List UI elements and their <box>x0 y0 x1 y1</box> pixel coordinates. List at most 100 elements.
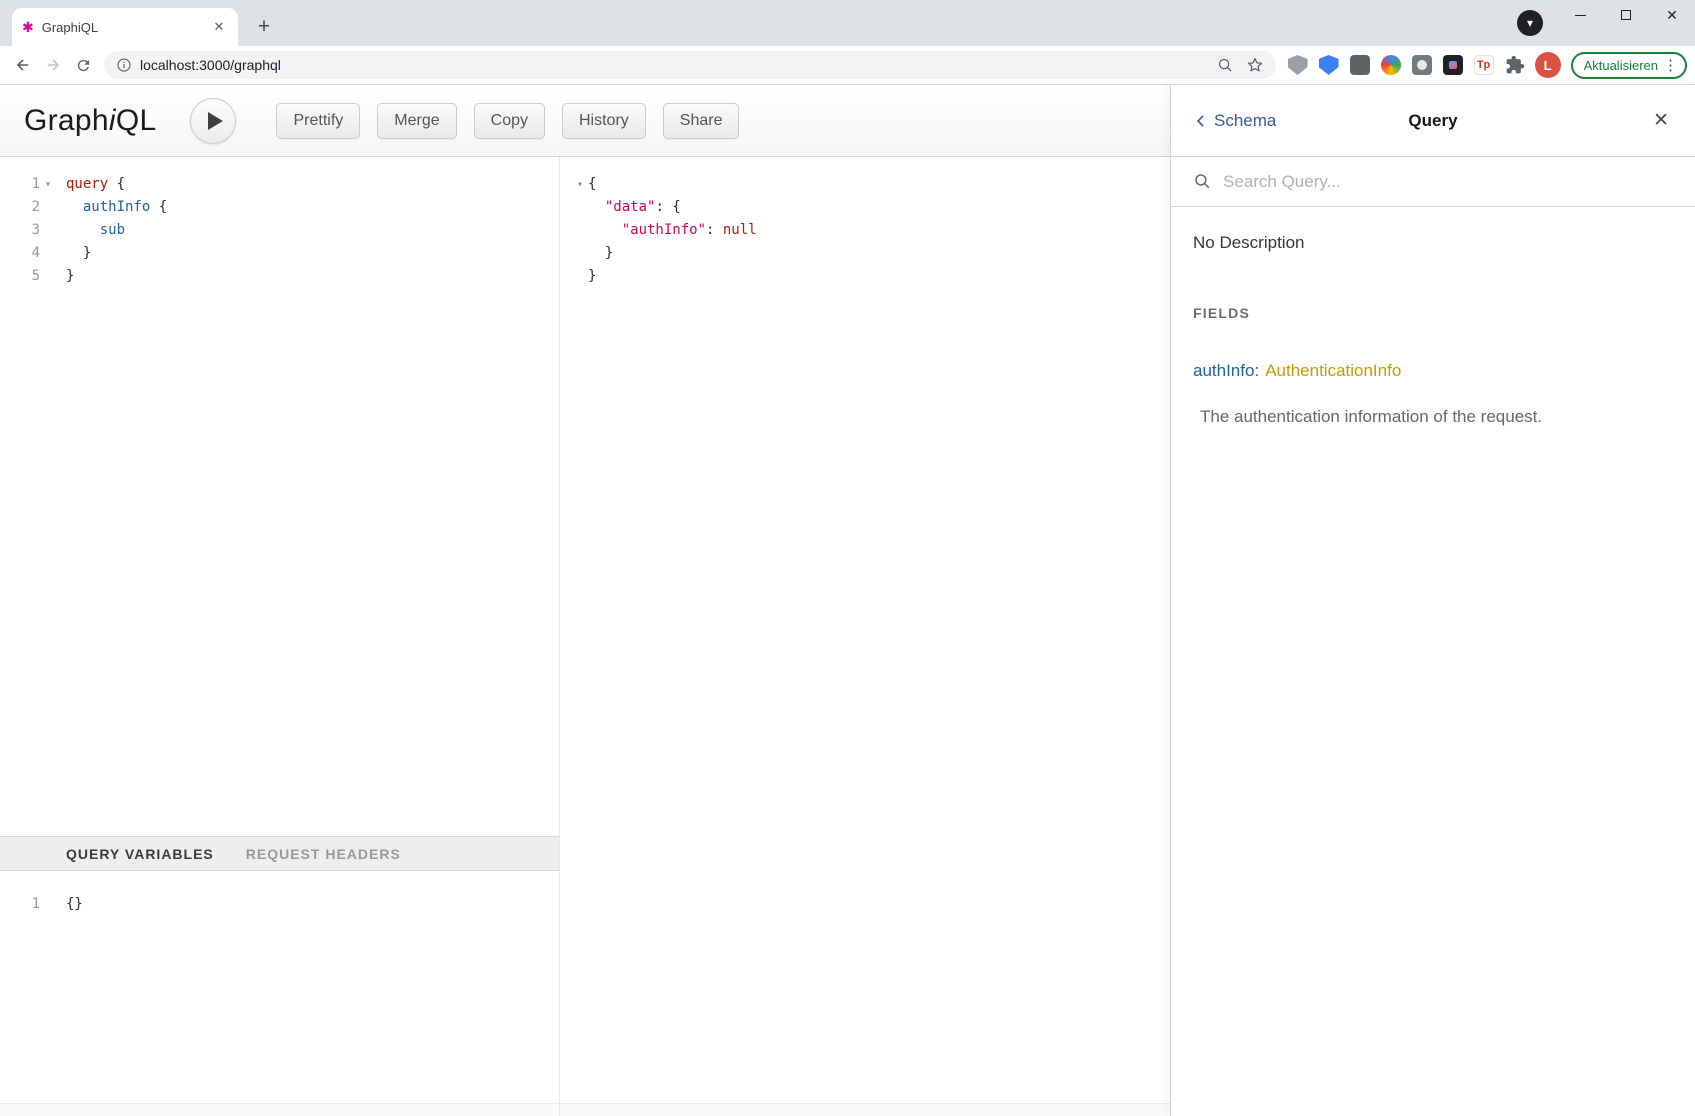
chrome-update-button[interactable]: Aktualisieren ⋮ <box>1571 52 1687 79</box>
result-pane: ▾{ "data": { "authInfo": null }} <box>560 157 1170 1116</box>
address-bar[interactable] <box>104 51 1276 79</box>
token-punc <box>588 222 622 238</box>
tp-extension-icon[interactable]: Tp <box>1474 55 1494 75</box>
field-name-link[interactable]: authInfo <box>1193 361 1254 380</box>
code-line: 4 } <box>0 242 559 265</box>
variables-tab-bar: QUERY VARIABLES REQUEST HEADERS <box>0 836 559 871</box>
chevron-left-icon <box>1193 113 1209 129</box>
execute-query-button[interactable] <box>190 98 236 144</box>
token-def: "data" <box>605 199 656 215</box>
back-arrow-icon <box>14 56 32 74</box>
variables-editor[interactable]: 1{} <box>0 871 559 1103</box>
editor-bottom-scrollbar[interactable] <box>0 1103 559 1116</box>
token-punc: : <box>706 222 723 238</box>
camera-extension-icon[interactable] <box>1412 55 1432 75</box>
token-punc: } <box>66 268 74 284</box>
colorful-circle-extension-icon[interactable] <box>1381 55 1401 75</box>
editor-area: 1▾query {2 authInfo {3 sub4 }5} QUERY VA… <box>0 157 1170 1116</box>
line-number: 2 <box>0 196 40 219</box>
graphiql-favicon-icon: ✱ <box>22 20 34 34</box>
field-type-link[interactable]: AuthenticationInfo <box>1265 361 1401 380</box>
tab-request-headers[interactable]: REQUEST HEADERS <box>246 846 401 862</box>
browser-tab[interactable]: ✱ GraphiQL ✕ <box>12 8 238 46</box>
gql-button-copy[interactable]: Copy <box>474 103 545 139</box>
code-text[interactable]: } <box>588 242 613 265</box>
update-label: Aktualisieren <box>1584 58 1658 73</box>
page-info-icon[interactable] <box>116 57 132 73</box>
profile-avatar[interactable]: L <box>1535 52 1561 78</box>
token-def: "authInfo" <box>622 222 706 238</box>
code-text[interactable]: } <box>56 265 74 288</box>
gql-button-prettify[interactable]: Prettify <box>276 103 360 139</box>
gql-button-history[interactable]: History <box>562 103 646 139</box>
token-punc: } <box>66 245 91 261</box>
omnibox-right-icons <box>1217 56 1264 74</box>
doc-search-input[interactable] <box>1223 172 1673 192</box>
code-text[interactable]: "authInfo": null <box>588 219 757 242</box>
token-punc: { <box>588 176 596 192</box>
blue-shield-extension-icon[interactable] <box>1319 55 1339 75</box>
fold-arrow-icon[interactable]: ▾ <box>40 173 56 196</box>
zoom-icon[interactable] <box>1217 57 1234 74</box>
code-text[interactable]: authInfo { <box>56 196 167 219</box>
window-close-button[interactable]: ✕ <box>1649 0 1695 30</box>
doc-explorer-panel: Schema Query ✕ No Description FIELDS aut… <box>1170 85 1695 1116</box>
code-line: "data": { <box>572 196 1170 219</box>
token-punc <box>66 222 100 238</box>
doc-search-bar <box>1171 157 1695 207</box>
reload-button[interactable] <box>68 50 98 80</box>
fields-section-header: FIELDS <box>1193 305 1673 321</box>
token-property: authInfo <box>83 199 150 215</box>
gray-shield-extension-icon[interactable] <box>1288 55 1308 75</box>
code-line: 1{} <box>0 893 559 916</box>
window-maximize-button[interactable] <box>1603 0 1649 30</box>
query-editor[interactable]: 1▾query { 2 authInfo {3 sub4 }5} <box>0 157 559 836</box>
code-text[interactable]: } <box>588 265 596 288</box>
token-punc: } <box>588 245 613 261</box>
back-button[interactable] <box>8 50 38 80</box>
line-number: 1 <box>0 173 40 196</box>
code-text[interactable]: query { <box>56 173 125 196</box>
tab-search-icon[interactable]: ▾ <box>1517 10 1543 36</box>
doc-content: No Description FIELDS authInfo:Authentic… <box>1171 207 1695 427</box>
field-separator: : <box>1254 361 1259 380</box>
window-minimize-button[interactable] <box>1557 0 1603 30</box>
graphiql-app: GraphiQL Prettify Merge Copy History Share 1… <box>0 85 1695 1116</box>
code-text[interactable]: "data": { <box>588 196 681 219</box>
url-input[interactable] <box>140 57 1209 73</box>
tab-close-icon[interactable]: ✕ <box>210 18 228 36</box>
code-line: 3 sub <box>0 219 559 242</box>
tab-title: GraphiQL <box>42 20 210 35</box>
code-text[interactable]: } <box>56 242 91 265</box>
fold-arrow-icon[interactable]: ▾ <box>572 173 588 196</box>
doc-close-icon[interactable]: ✕ <box>1649 105 1673 136</box>
code-text[interactable]: sub <box>56 219 125 242</box>
result-bottom-scrollbar[interactable] <box>560 1103 1170 1116</box>
code-line: 5} <box>0 265 559 288</box>
token-property: sub <box>100 222 125 238</box>
gql-button-merge[interactable]: Merge <box>377 103 456 139</box>
tab-query-variables[interactable]: QUERY VARIABLES <box>66 846 214 862</box>
fold-gutter <box>572 265 588 288</box>
query-editor-column: 1▾query { 2 authInfo {3 sub4 }5} QUERY VA… <box>0 157 560 1116</box>
code-line: ▾{ <box>572 173 1170 196</box>
forward-button[interactable] <box>38 50 68 80</box>
fold-gutter <box>40 219 56 242</box>
dark-tile-extension-icon[interactable] <box>1443 55 1463 75</box>
code-text[interactable]: {} <box>56 893 83 916</box>
code-text[interactable]: { <box>588 173 596 196</box>
search-icon <box>1193 172 1212 191</box>
result-viewer[interactable]: ▾{ "data": { "authInfo": null }} <box>560 157 1170 1103</box>
forward-arrow-icon <box>44 56 62 74</box>
browser-menu-icon[interactable]: ⋮ <box>1663 58 1678 73</box>
close-icon: ✕ <box>1666 8 1678 22</box>
graphiql-logo: GraphiQL <box>24 104 156 138</box>
bookmark-star-icon[interactable] <box>1246 56 1264 74</box>
extensions-puzzle-icon[interactable] <box>1505 55 1525 75</box>
doc-back-link[interactable]: Schema <box>1193 111 1276 131</box>
new-tab-button[interactable]: + <box>250 13 278 41</box>
token-punc: : { <box>655 199 680 215</box>
gray-box-extension-icon[interactable] <box>1350 55 1370 75</box>
gql-button-share[interactable]: Share <box>663 103 740 139</box>
extension-icons: Tp <box>1288 55 1525 75</box>
